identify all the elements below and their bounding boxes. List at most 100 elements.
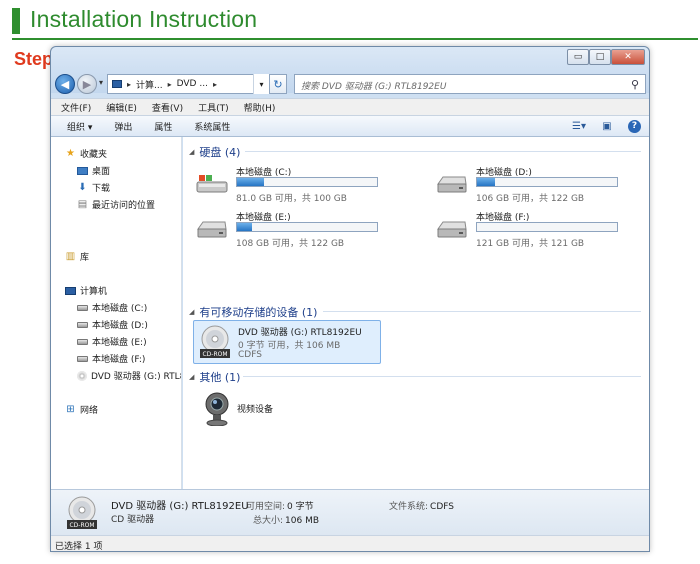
drive-usage-fill xyxy=(237,223,253,231)
view-options-icon[interactable]: ☰▾ xyxy=(572,119,586,133)
hard-disk-icon xyxy=(197,221,227,238)
maximize-button[interactable]: □ xyxy=(589,49,611,65)
drive-usage-fill xyxy=(237,178,264,186)
sidebar-label: 库 xyxy=(80,253,90,263)
dvd-drive-icon xyxy=(77,370,87,381)
search-placeholder: 搜索 DVD 驱动器 (G:) RTL8192EU xyxy=(301,82,447,92)
details-total-size: 总大小: 106 MB xyxy=(253,513,319,526)
status-bar: 已选择 1 项 xyxy=(51,535,649,552)
computer-icon xyxy=(65,286,76,295)
help-icon[interactable]: ? xyxy=(628,119,641,133)
drive-tile-d[interactable]: 本地磁盘 (D:) 106 GB 可用，共 122 GB xyxy=(435,165,635,205)
arrow-right-icon: ▶ xyxy=(82,77,92,91)
collapse-icon: ◢ xyxy=(189,148,195,156)
hard-disk-icon xyxy=(77,338,88,345)
cd-rom-icon: CD-ROM xyxy=(67,496,97,529)
dvd-name: DVD 驱动器 (G:) RTL8192EU xyxy=(238,328,362,338)
close-button[interactable]: ✕ xyxy=(611,49,645,65)
details-free-space: 可用空间: 0 字节 xyxy=(246,499,314,512)
details-type: CD 驱动器 xyxy=(111,515,155,525)
title-underline xyxy=(12,38,698,40)
arrow-left-icon: ◀ xyxy=(60,77,70,91)
recent-pages-dropdown[interactable]: ▾ xyxy=(99,78,103,87)
video-device-label[interactable]: 视频设备 xyxy=(237,402,273,415)
group-divider xyxy=(245,151,641,152)
group-divider xyxy=(323,311,641,312)
group-label: 硬盘 (4) xyxy=(199,146,241,159)
sidebar-item-drive-f[interactable]: 本地磁盘 (F:) xyxy=(77,352,145,365)
windows-drive-icon xyxy=(196,175,228,193)
details-value: CDFS xyxy=(430,502,454,512)
eject-button[interactable]: 弹出 xyxy=(114,120,132,133)
drive-usage-bar xyxy=(236,177,378,187)
group-header-hard-disks[interactable]: ◢ 硬盘 (4) xyxy=(189,144,240,160)
system-properties-button[interactable]: 系统属性 xyxy=(194,120,230,133)
details-label: 可用空间: xyxy=(246,502,286,512)
organize-button[interactable]: 组织 ▾ xyxy=(67,120,92,133)
sidebar-item-desktop[interactable]: 桌面 xyxy=(77,164,110,177)
menu-file[interactable]: 文件(F) xyxy=(61,101,91,114)
sidebar-label: 本地磁盘 (C:) xyxy=(92,304,148,314)
command-bar: 组织 ▾ 弹出 属性 系统属性 ☰▾ ▣ ? xyxy=(51,115,649,137)
minimize-button[interactable]: ▭ xyxy=(567,49,589,65)
drive-free-text: 108 GB 可用，共 122 GB xyxy=(236,239,345,249)
group-header-removable[interactable]: ◢ 有可移动存储的设备 (1) xyxy=(189,304,317,320)
sidebar-item-downloads[interactable]: ⬇ 下载 xyxy=(77,181,110,194)
address-dropdown-button[interactable]: ▾ xyxy=(253,74,269,94)
sidebar-item-drive-g[interactable]: DVD 驱动器 (G:) RTL8 xyxy=(77,369,182,382)
group-header-other[interactable]: ◢ 其他 (1) xyxy=(189,369,240,385)
sidebar-item-drive-d[interactable]: 本地磁盘 (D:) xyxy=(77,318,148,331)
collapse-icon: ◢ xyxy=(189,308,195,316)
breadcrumb-dvd[interactable]: DVD ... xyxy=(177,79,208,89)
library-icon: ▥ xyxy=(65,251,76,262)
refresh-button[interactable]: ↻ xyxy=(269,74,287,94)
title-accent-bar xyxy=(12,8,20,34)
drive-free-text: 106 GB 可用，共 122 GB xyxy=(476,194,585,204)
properties-button[interactable]: 属性 xyxy=(154,120,172,133)
chevron-right-icon: ▸ xyxy=(212,79,217,89)
details-value: 106 MB xyxy=(285,516,320,526)
breadcrumb-computer[interactable]: 计算... xyxy=(136,78,163,91)
sidebar-label: 网络 xyxy=(80,406,99,416)
sidebar-label: 本地磁盘 (E:) xyxy=(92,338,147,348)
drive-free-text: 121 GB 可用，共 121 GB xyxy=(476,239,585,249)
sidebar-item-drive-e[interactable]: 本地磁盘 (E:) xyxy=(77,335,147,348)
cd-rom-badge: CD-ROM xyxy=(69,522,94,529)
dvd-filesystem: CDFS xyxy=(238,350,262,360)
chevron-down-icon: ▾ xyxy=(259,79,264,89)
details-filesystem: 文件系统: CDFS xyxy=(389,499,454,512)
preview-pane-icon[interactable]: ▣ xyxy=(600,119,614,133)
drive-usage-bar xyxy=(236,222,378,232)
network-icon: ⊞ xyxy=(66,404,75,415)
sidebar-item-libraries[interactable]: ▥ 库 xyxy=(65,250,89,263)
download-icon: ⬇ xyxy=(78,182,87,193)
drive-tile-c[interactable]: 本地磁盘 (C:) 81.0 GB 可用，共 100 GB xyxy=(195,165,395,205)
sidebar-item-recent[interactable]: ▤ 最近访问的位置 xyxy=(77,198,155,211)
dvd-drive-tile[interactable]: CD-ROM DVD 驱动器 (G:) RTL8192EU 0 字节 可用，共 … xyxy=(193,320,381,364)
sidebar-item-computer[interactable]: 计算机 xyxy=(65,284,107,297)
sidebar-label: 计算机 xyxy=(80,287,108,297)
sidebar-item-favorites[interactable]: ★ 收藏夹 xyxy=(65,147,107,160)
menu-edit[interactable]: 编辑(E) xyxy=(106,101,137,114)
content-pane: ◢ 硬盘 (4) 本地磁盘 (C:) 81.0 GB 可用，共 100 GB 本… xyxy=(183,137,649,489)
sidebar-label: DVD 驱动器 (G:) RTL8 xyxy=(91,372,182,382)
menu-help[interactable]: 帮助(H) xyxy=(244,101,276,114)
hard-disk-icon xyxy=(77,355,88,362)
drive-tile-e[interactable]: 本地磁盘 (E:) 108 GB 可用，共 122 GB xyxy=(195,210,395,250)
drive-tile-f[interactable]: 本地磁盘 (F:) 121 GB 可用，共 121 GB xyxy=(435,210,635,250)
sidebar-item-drive-c[interactable]: 本地磁盘 (C:) xyxy=(77,301,147,314)
forward-button[interactable]: ▶ xyxy=(77,74,97,94)
search-icon[interactable]: ⚲ xyxy=(631,78,639,91)
menu-tools[interactable]: 工具(T) xyxy=(198,101,229,114)
sidebar-label: 本地磁盘 (F:) xyxy=(92,355,146,365)
group-label: 其他 (1) xyxy=(199,371,241,384)
star-icon: ★ xyxy=(66,148,75,159)
menu-view[interactable]: 查看(V) xyxy=(152,101,183,114)
cd-rom-icon: CD-ROM xyxy=(200,325,230,358)
webcam-icon[interactable] xyxy=(203,392,231,426)
drive-usage-fill xyxy=(477,178,496,186)
details-label: 文件系统: xyxy=(389,502,429,512)
sidebar-item-network[interactable]: ⊞ 网络 xyxy=(65,403,98,416)
back-button[interactable]: ◀ xyxy=(55,74,75,94)
search-input[interactable]: 搜索 DVD 驱动器 (G:) RTL8192EU ⚲ xyxy=(294,74,646,94)
